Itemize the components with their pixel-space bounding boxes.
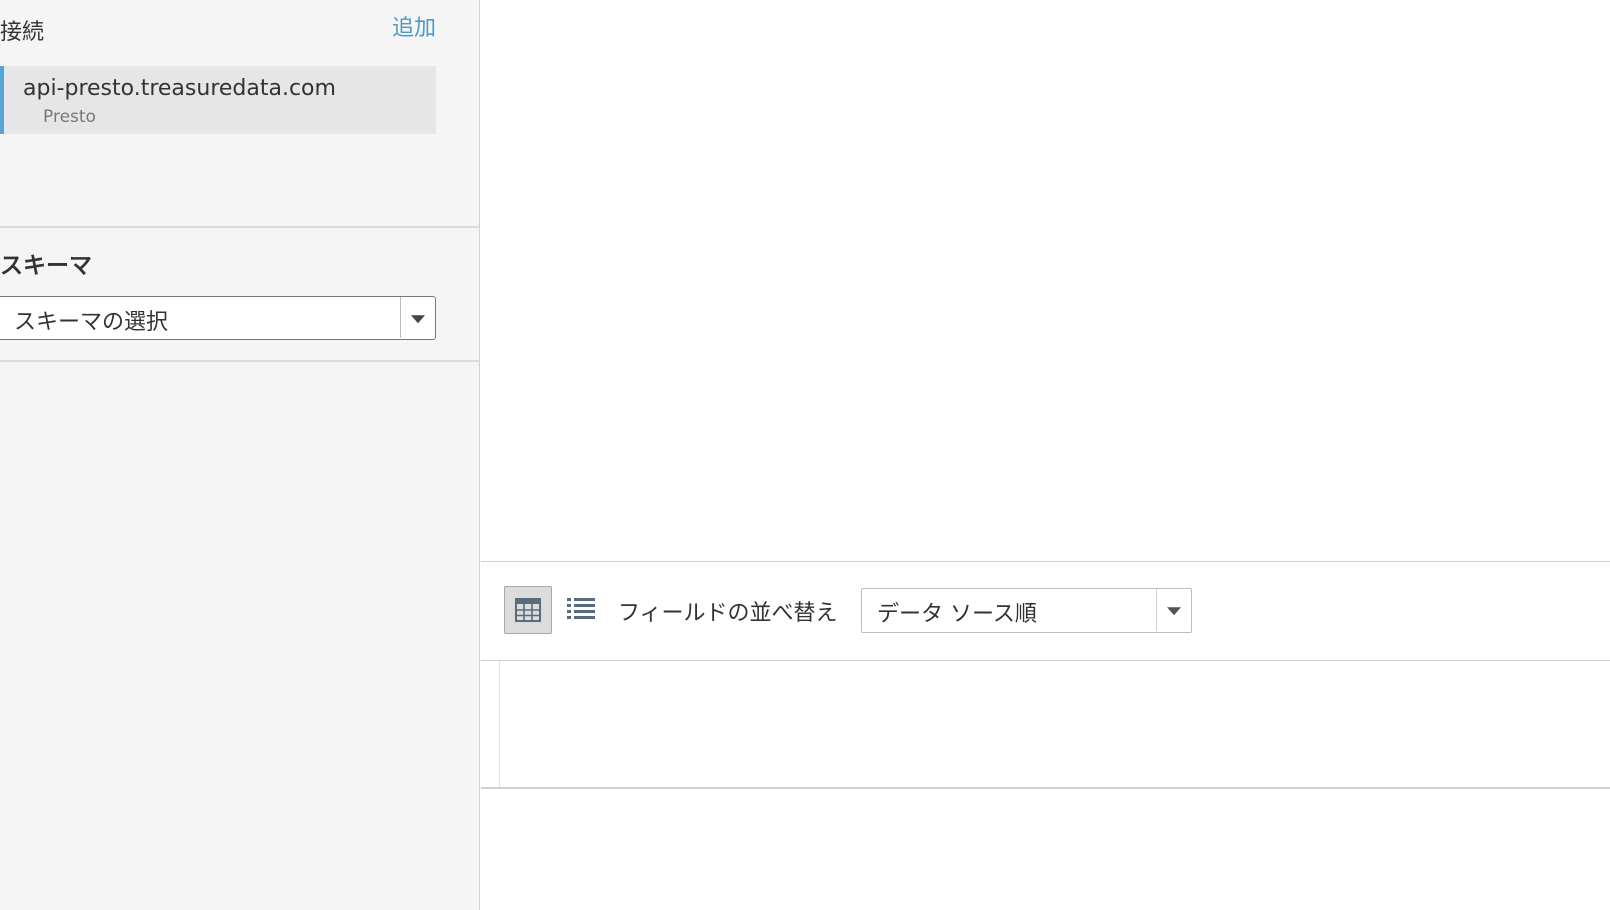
sort-fields-select[interactable]: データ ソース順 — [861, 588, 1192, 633]
canvas-divider — [481, 561, 1610, 562]
sidebar-divider — [0, 360, 479, 362]
sort-fields-select-value: データ ソース順 — [877, 602, 1037, 627]
schema-select-arrow[interactable] — [400, 297, 435, 338]
list-view-button[interactable] — [564, 594, 598, 626]
schema-select-value: スキーマの選択 — [14, 310, 169, 335]
connections-title: 接続 — [0, 20, 45, 45]
connection-type: Presto — [43, 107, 96, 127]
sidebar: 接続 追加 api-presto.treasuredata.com Presto… — [0, 0, 480, 910]
grid-divider — [481, 787, 1610, 789]
chevron-down-icon — [411, 314, 425, 323]
connection-host: api-presto.treasuredata.com — [23, 76, 336, 101]
schema-select[interactable]: スキーマの選択 — [0, 296, 436, 340]
sort-select-arrow[interactable] — [1156, 589, 1191, 631]
row-header-divider — [499, 661, 500, 787]
grid-icon — [515, 598, 541, 622]
data-grid[interactable] — [481, 661, 1610, 787]
chevron-down-icon — [1167, 607, 1181, 616]
sidebar-divider — [0, 226, 479, 228]
sort-fields-label: フィールドの並べ替え — [618, 601, 838, 626]
grid-view-button[interactable] — [504, 586, 552, 634]
schema-title: スキーマ — [0, 253, 92, 279]
connection-item[interactable]: api-presto.treasuredata.com Presto — [0, 66, 436, 134]
list-icon — [567, 598, 595, 619]
connections-header: 接続 追加 — [0, 10, 436, 45]
add-connection-link[interactable]: 追加 — [392, 10, 436, 42]
